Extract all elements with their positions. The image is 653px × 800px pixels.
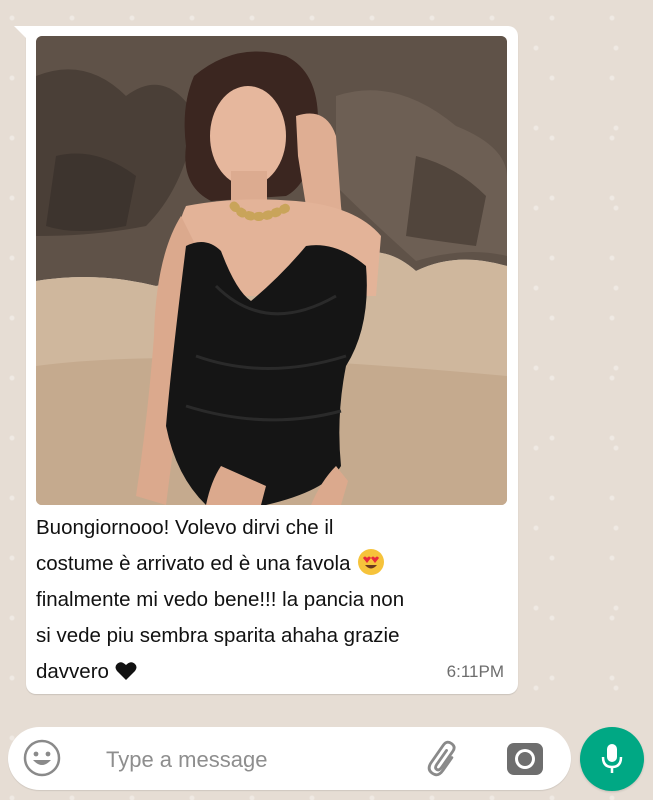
bubble-tail (14, 26, 28, 40)
message-photo[interactable] (36, 36, 507, 505)
camera-icon (507, 743, 543, 775)
microphone-icon (601, 744, 623, 773)
incoming-message-bubble[interactable]: Buongiornooo! Volevo dirvi che il costum… (14, 26, 518, 694)
caption-line-3: finalmente mi vedo bene!!! la pancia non (36, 588, 405, 611)
message-caption: Buongiornooo! Volevo dirvi che il costum… (36, 510, 496, 690)
heart-eyes-emoji-icon (357, 549, 384, 575)
camera-button[interactable] (504, 738, 546, 780)
message-composer (8, 727, 571, 790)
message-input[interactable] (104, 741, 408, 779)
caption-line-4: si vede piu sembra sparita ahaha grazie (36, 624, 400, 647)
paperclip-icon (427, 740, 456, 777)
message-timestamp: 6:11PM (446, 662, 504, 681)
attach-button[interactable] (422, 737, 466, 781)
caption-line-1: Buongiornooo! Volevo dirvi che il (36, 516, 334, 539)
smiley-icon (23, 739, 61, 777)
black-heart-icon (115, 662, 137, 680)
caption-line-5: davvero (36, 660, 109, 683)
photo-image (36, 36, 507, 505)
caption-line-2: costume è arrivato ed è una favola (36, 552, 351, 575)
voice-message-button[interactable] (580, 727, 644, 791)
emoji-button[interactable] (22, 738, 62, 778)
